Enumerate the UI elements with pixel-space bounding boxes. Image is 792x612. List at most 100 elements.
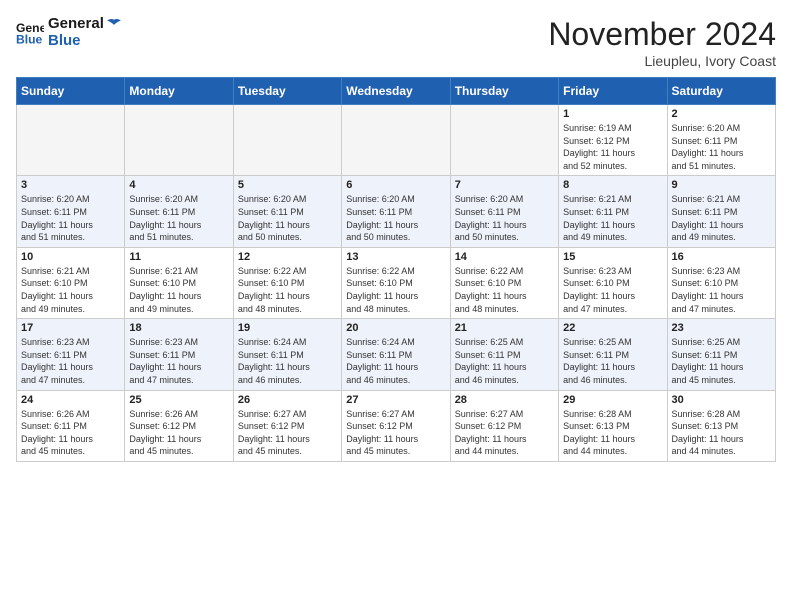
day-number: 6 — [346, 179, 445, 191]
day-number: 10 — [21, 251, 120, 263]
logo: General Blue General Blue — [16, 16, 123, 49]
calendar-day-cell: 25 Sunrise: 6:26 AM Sunset: 6:12 PM Dayli… — [125, 390, 233, 461]
day-info: Sunrise: 6:20 AM Sunset: 6:11 PM Dayligh… — [129, 193, 228, 243]
calendar-day-cell: 29 Sunrise: 6:28 AM Sunset: 6:13 PM Dayli… — [559, 390, 667, 461]
calendar-day-cell: 18 Sunrise: 6:23 AM Sunset: 6:11 PM Dayli… — [125, 319, 233, 390]
calendar-day-cell: 5 Sunrise: 6:20 AM Sunset: 6:11 PM Daylig… — [233, 176, 341, 247]
day-info: Sunrise: 6:21 AM Sunset: 6:11 PM Dayligh… — [563, 193, 662, 243]
calendar-week-row: 24Sunrise: 6:26 AM Sunset: 6:11 PM Dayli… — [17, 390, 776, 461]
day-info: Sunrise: 6:23 AM Sunset: 6:10 PM Dayligh… — [563, 265, 662, 315]
calendar-day-cell: 30Sunrise: 6:28 AM Sunset: 6:13 PM Dayli… — [667, 390, 775, 461]
day-number: 5 — [238, 179, 337, 191]
day-number: 26 — [238, 394, 337, 406]
weekday-header: Friday — [559, 78, 667, 105]
logo-bird-icon — [105, 18, 123, 30]
day-info: Sunrise: 6:22 AM Sunset: 6:10 PM Dayligh… — [346, 265, 445, 315]
day-info: Sunrise: 6:21 AM Sunset: 6:10 PM Dayligh… — [129, 265, 228, 315]
weekday-header: Wednesday — [342, 78, 450, 105]
calendar-day-cell: 11 Sunrise: 6:21 AM Sunset: 6:10 PM Dayli… — [125, 247, 233, 318]
day-info: Sunrise: 6:27 AM Sunset: 6:12 PM Dayligh… — [455, 408, 554, 458]
calendar-day-cell: 13 Sunrise: 6:22 AM Sunset: 6:10 PM Dayli… — [342, 247, 450, 318]
calendar-week-row: 3 Sunrise: 6:20 AM Sunset: 6:11 PM Daylig… — [17, 176, 776, 247]
day-number: 11 — [129, 251, 228, 263]
day-number: 7 — [455, 179, 554, 191]
day-number: 29 — [563, 394, 662, 406]
calendar-day-cell: 19 Sunrise: 6:24 AM Sunset: 6:11 PM Dayli… — [233, 319, 341, 390]
day-number: 9 — [672, 179, 771, 191]
weekday-header: Saturday — [667, 78, 775, 105]
calendar-day-cell: 21Sunrise: 6:25 AM Sunset: 6:11 PM Dayli… — [450, 319, 558, 390]
day-info: Sunrise: 6:20 AM Sunset: 6:11 PM Dayligh… — [672, 122, 771, 172]
calendar-day-cell — [17, 105, 125, 176]
location: Lieupleu, Ivory Coast — [548, 53, 776, 69]
calendar-week-row: 10 Sunrise: 6:21 AM Sunset: 6:10 PM Dayli… — [17, 247, 776, 318]
day-info: Sunrise: 6:27 AM Sunset: 6:12 PM Dayligh… — [346, 408, 445, 458]
day-number: 17 — [21, 322, 120, 334]
day-info: Sunrise: 6:20 AM Sunset: 6:11 PM Dayligh… — [455, 193, 554, 243]
day-number: 22 — [563, 322, 662, 334]
calendar-day-cell: 3 Sunrise: 6:20 AM Sunset: 6:11 PM Daylig… — [17, 176, 125, 247]
day-info: Sunrise: 6:20 AM Sunset: 6:11 PM Dayligh… — [238, 193, 337, 243]
day-number: 25 — [129, 394, 228, 406]
calendar-day-cell: 27Sunrise: 6:27 AM Sunset: 6:12 PM Dayli… — [342, 390, 450, 461]
day-info: Sunrise: 6:24 AM Sunset: 6:11 PM Dayligh… — [346, 336, 445, 386]
calendar-day-cell: 8 Sunrise: 6:21 AM Sunset: 6:11 PM Daylig… — [559, 176, 667, 247]
day-info: Sunrise: 6:28 AM Sunset: 6:13 PM Dayligh… — [563, 408, 662, 458]
calendar-day-cell: 16 Sunrise: 6:23 AM Sunset: 6:10 PM Dayli… — [667, 247, 775, 318]
day-number: 8 — [563, 179, 662, 191]
calendar-day-cell: 20Sunrise: 6:24 AM Sunset: 6:11 PM Dayli… — [342, 319, 450, 390]
day-info: Sunrise: 6:24 AM Sunset: 6:11 PM Dayligh… — [238, 336, 337, 386]
calendar-day-cell: 24Sunrise: 6:26 AM Sunset: 6:11 PM Dayli… — [17, 390, 125, 461]
calendar-day-cell: 23Sunrise: 6:25 AM Sunset: 6:11 PM Dayli… — [667, 319, 775, 390]
calendar-header-row: SundayMondayTuesdayWednesdayThursdayFrid… — [17, 78, 776, 105]
day-number: 14 — [455, 251, 554, 263]
day-info: Sunrise: 6:19 AM Sunset: 6:12 PM Dayligh… — [563, 122, 662, 172]
weekday-header: Monday — [125, 78, 233, 105]
logo-icon: General Blue — [16, 19, 44, 47]
calendar-day-cell: 2 Sunrise: 6:20 AM Sunset: 6:11 PM Daylig… — [667, 105, 775, 176]
calendar-day-cell: 14Sunrise: 6:22 AM Sunset: 6:10 PM Dayli… — [450, 247, 558, 318]
title-block: November 2024 Lieupleu, Ivory Coast — [548, 16, 776, 69]
calendar-day-cell: 1 Sunrise: 6:19 AM Sunset: 6:12 PM Daylig… — [559, 105, 667, 176]
day-info: Sunrise: 6:21 AM Sunset: 6:10 PM Dayligh… — [21, 265, 120, 315]
svg-text:Blue: Blue — [16, 32, 43, 46]
logo-blue-text: Blue — [48, 33, 123, 50]
calendar-day-cell: 9Sunrise: 6:21 AM Sunset: 6:11 PM Daylig… — [667, 176, 775, 247]
day-info: Sunrise: 6:27 AM Sunset: 6:12 PM Dayligh… — [238, 408, 337, 458]
day-number: 2 — [672, 108, 771, 120]
logo-text: General — [48, 16, 123, 33]
calendar-week-row: 17 Sunrise: 6:23 AM Sunset: 6:11 PM Dayli… — [17, 319, 776, 390]
day-number: 18 — [129, 322, 228, 334]
day-number: 3 — [21, 179, 120, 191]
day-number: 13 — [346, 251, 445, 263]
calendar-day-cell — [233, 105, 341, 176]
day-info: Sunrise: 6:26 AM Sunset: 6:12 PM Dayligh… — [129, 408, 228, 458]
day-info: Sunrise: 6:23 AM Sunset: 6:10 PM Dayligh… — [672, 265, 771, 315]
day-info: Sunrise: 6:22 AM Sunset: 6:10 PM Dayligh… — [238, 265, 337, 315]
calendar-day-cell: 26 Sunrise: 6:27 AM Sunset: 6:12 PM Dayli… — [233, 390, 341, 461]
calendar-day-cell: 15Sunrise: 6:23 AM Sunset: 6:10 PM Dayli… — [559, 247, 667, 318]
day-info: Sunrise: 6:20 AM Sunset: 6:11 PM Dayligh… — [21, 193, 120, 243]
weekday-header: Thursday — [450, 78, 558, 105]
weekday-header: Tuesday — [233, 78, 341, 105]
calendar-week-row: 1 Sunrise: 6:19 AM Sunset: 6:12 PM Daylig… — [17, 105, 776, 176]
weekday-header: Sunday — [17, 78, 125, 105]
day-number: 30 — [672, 394, 771, 406]
calendar-day-cell: 6Sunrise: 6:20 AM Sunset: 6:11 PM Daylig… — [342, 176, 450, 247]
calendar-day-cell: 4 Sunrise: 6:20 AM Sunset: 6:11 PM Daylig… — [125, 176, 233, 247]
day-info: Sunrise: 6:23 AM Sunset: 6:11 PM Dayligh… — [129, 336, 228, 386]
calendar-day-cell: 7 Sunrise: 6:20 AM Sunset: 6:11 PM Daylig… — [450, 176, 558, 247]
calendar-day-cell — [125, 105, 233, 176]
day-number: 12 — [238, 251, 337, 263]
day-number: 28 — [455, 394, 554, 406]
day-number: 24 — [21, 394, 120, 406]
day-number: 1 — [563, 108, 662, 120]
calendar-day-cell — [342, 105, 450, 176]
day-number: 16 — [672, 251, 771, 263]
calendar-day-cell: 22Sunrise: 6:25 AM Sunset: 6:11 PM Dayli… — [559, 319, 667, 390]
day-info: Sunrise: 6:25 AM Sunset: 6:11 PM Dayligh… — [455, 336, 554, 386]
day-number: 4 — [129, 179, 228, 191]
month-title: November 2024 — [548, 16, 776, 53]
page-header: General Blue General Blue November 2024 … — [16, 16, 776, 69]
day-number: 19 — [238, 322, 337, 334]
